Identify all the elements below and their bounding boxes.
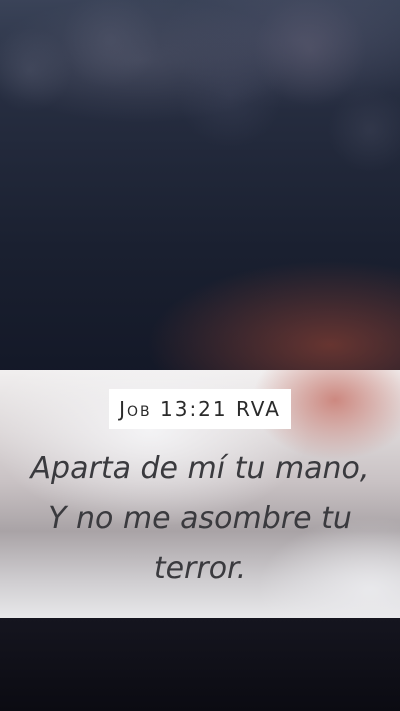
bottom-dark-area <box>0 618 400 711</box>
verse-reference-label: Job 13:21 RVA <box>109 389 291 429</box>
verse-text: Aparta de mí tu mano, Y no me asombre tu… <box>30 451 370 586</box>
sky-background <box>0 0 400 370</box>
verse-image-screen: Job 13:21 RVA Aparta de mí tu mano, Y no… <box>0 0 400 711</box>
verse-reference-text: Job 13:21 RVA <box>119 397 281 421</box>
